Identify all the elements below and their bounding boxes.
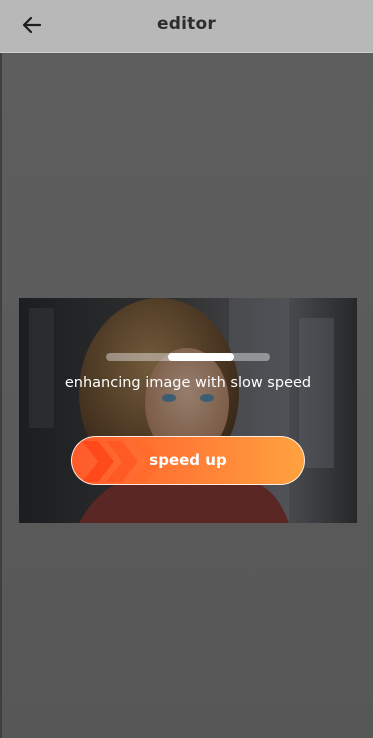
status-text: enhancing image with slow speed xyxy=(64,375,312,391)
progress-fill xyxy=(168,353,234,361)
photo-dim-overlay xyxy=(19,298,357,523)
speed-up-button[interactable]: speed up xyxy=(71,436,305,485)
progress-bar xyxy=(106,353,270,361)
speed-up-label: speed up xyxy=(149,451,227,469)
page-title: editor xyxy=(157,14,216,34)
app-header: editor xyxy=(0,0,373,53)
enhancing-dialog: enhancing image with slow speed speed up xyxy=(19,298,357,523)
